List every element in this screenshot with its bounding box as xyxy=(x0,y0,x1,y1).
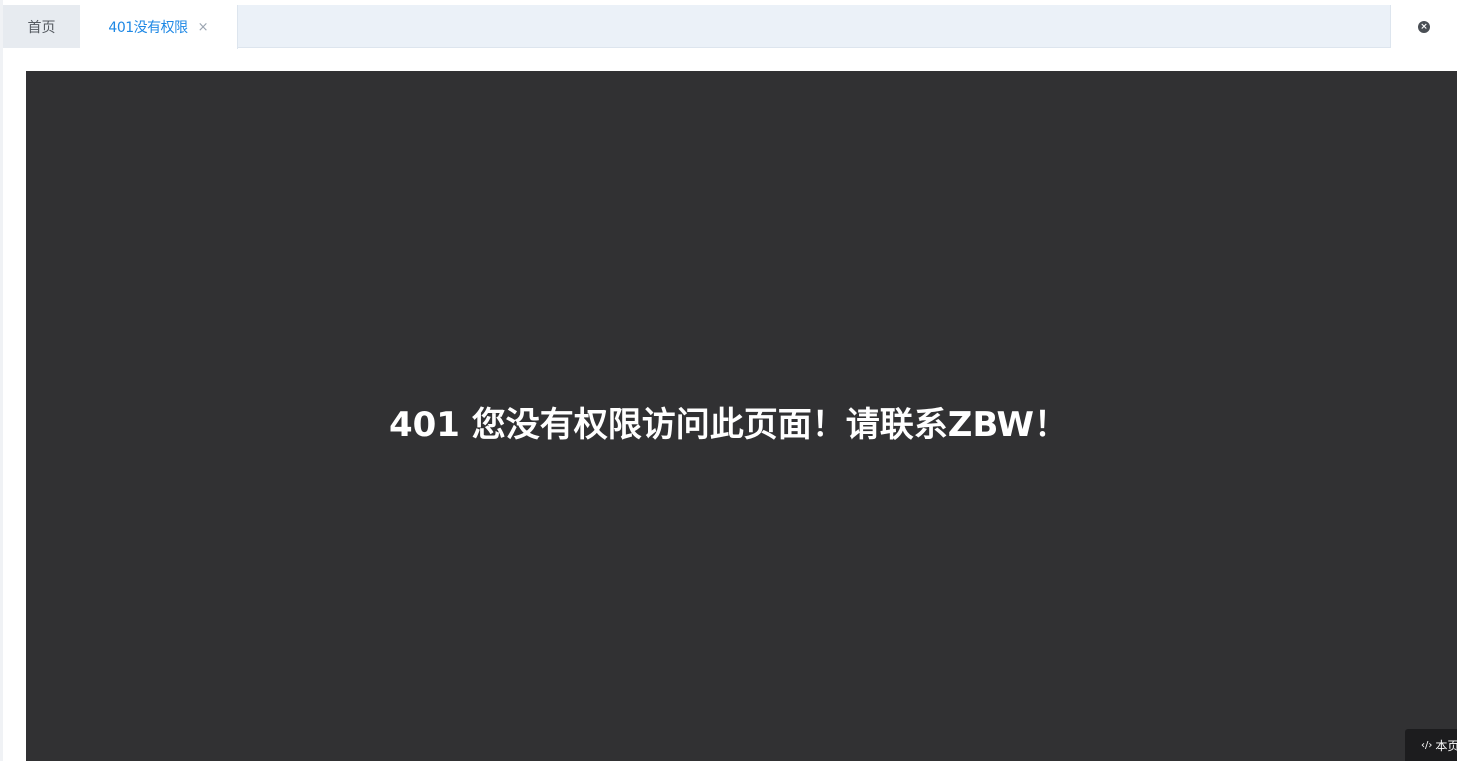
view-source-button[interactable]: ‹/› 本页 xyxy=(1405,729,1457,761)
content-area: 401 您没有权限访问此页面！请联系ZBW！ ‹/› 本页 xyxy=(26,71,1457,761)
tab-home[interactable]: 首页 xyxy=(3,5,80,48)
tab-bar: 首页 401没有权限 × × xyxy=(3,5,1457,49)
tab-home-label: 首页 xyxy=(27,19,56,36)
tab-close-icon[interactable]: × xyxy=(198,21,209,34)
code-icon: ‹/› xyxy=(1421,739,1433,751)
error-message: 401 您没有权限访问此页面！请联系ZBW！ xyxy=(388,404,1069,445)
view-source-label: 本页 xyxy=(1435,738,1457,753)
app-window: 首页 401没有权限 × × 401 您没有权限访问此页面！请联系ZBW！ ‹/… xyxy=(0,0,1457,761)
left-border xyxy=(0,0,3,761)
close-circle-icon: × xyxy=(1418,20,1430,33)
close-all-tabs-button[interactable]: × xyxy=(1390,5,1457,48)
tab-401-label: 401没有权限 xyxy=(108,20,188,36)
tab-401-no-permission[interactable]: 401没有权限 × xyxy=(80,5,238,49)
